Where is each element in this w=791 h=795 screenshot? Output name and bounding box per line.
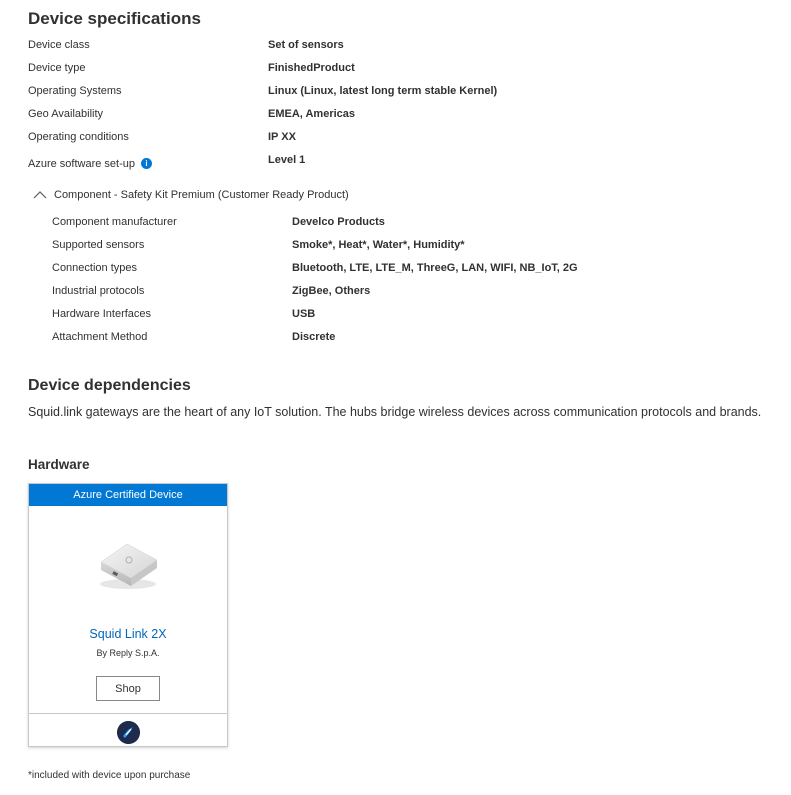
spec-row: Operating conditions IP XX xyxy=(0,129,791,145)
component-row: Industrial protocols ZigBee, Others xyxy=(0,283,791,299)
spec-value: Set of sensors xyxy=(268,39,344,51)
component-value: ZigBee, Others xyxy=(292,285,371,297)
spec-value: FinishedProduct xyxy=(268,62,355,74)
chevron-up-icon xyxy=(33,191,47,199)
spec-label: Device type xyxy=(28,62,86,74)
component-row: Attachment Method Discrete xyxy=(0,329,791,345)
component-row: Hardware Interfaces USB xyxy=(0,306,791,322)
spec-label-azure-setup: Azure software set-up i xyxy=(28,156,152,172)
component-label: Supported sensors xyxy=(52,239,145,251)
component-value: USB xyxy=(292,308,316,320)
product-card: Azure Certified Device Squid Link 2X By … xyxy=(28,483,228,747)
hardware-heading: Hardware xyxy=(28,457,90,472)
product-name-link[interactable]: Squid Link 2X xyxy=(29,627,227,641)
spec-row: Device class Set of sensors xyxy=(0,37,791,53)
spec-value: EMEA, Americas xyxy=(268,108,356,120)
certified-badge-icon xyxy=(117,721,140,744)
component-value: Develco Products xyxy=(292,216,385,228)
component-value: Smoke*, Heat*, Water*, Humidity* xyxy=(292,239,465,251)
component-value: Bluetooth, LTE, LTE_M, ThreeG, LAN, WIFI… xyxy=(292,262,578,274)
component-toggle-label: Component - Safety Kit Premium (Customer… xyxy=(54,189,349,201)
spec-value: Linux (Linux, latest long term stable Ke… xyxy=(268,85,498,97)
footnote: *included with device upon purchase xyxy=(28,770,191,781)
component-row: Supported sensors Smoke*, Heat*, Water*,… xyxy=(0,237,791,253)
dependencies-description: Squid.link gateways are the heart of any… xyxy=(28,405,762,419)
spec-label: Geo Availability xyxy=(28,108,104,120)
component-label: Attachment Method xyxy=(52,331,148,343)
spec-row: Operating Systems Linux (Linux, latest l… xyxy=(0,83,791,99)
component-label: Hardware Interfaces xyxy=(52,308,152,320)
spec-label: Operating conditions xyxy=(28,131,129,143)
spec-value: Level 1 xyxy=(268,154,306,166)
component-row: Component manufacturer Develco Products xyxy=(0,214,791,230)
device-specifications-heading: Device specifications xyxy=(28,9,201,28)
component-row: Connection types Bluetooth, LTE, LTE_M, … xyxy=(0,260,791,276)
spec-label: Azure software set-up xyxy=(28,158,135,170)
spec-row: Geo Availability EMEA, Americas xyxy=(0,106,791,122)
certified-banner: Azure Certified Device xyxy=(29,484,227,506)
spec-label: Operating Systems xyxy=(28,85,122,97)
shop-button[interactable]: Shop xyxy=(96,676,160,701)
component-label: Connection types xyxy=(52,262,137,274)
component-value: Discrete xyxy=(292,331,336,343)
component-toggle[interactable]: Component - Safety Kit Premium (Customer… xyxy=(33,186,349,204)
card-divider xyxy=(29,713,227,714)
component-label: Component manufacturer xyxy=(52,216,177,228)
spec-value: IP XX xyxy=(268,131,296,143)
product-vendor: By Reply S.p.A. xyxy=(96,648,160,658)
component-label: Industrial protocols xyxy=(52,285,145,297)
spec-label: Device class xyxy=(28,39,90,51)
spec-row: Device type FinishedProduct xyxy=(0,60,791,76)
info-icon[interactable]: i xyxy=(141,157,152,169)
spec-row: Azure software set-up i Level 1 xyxy=(0,152,791,172)
device-dependencies-heading: Device dependencies xyxy=(28,377,191,394)
product-image xyxy=(100,543,158,589)
